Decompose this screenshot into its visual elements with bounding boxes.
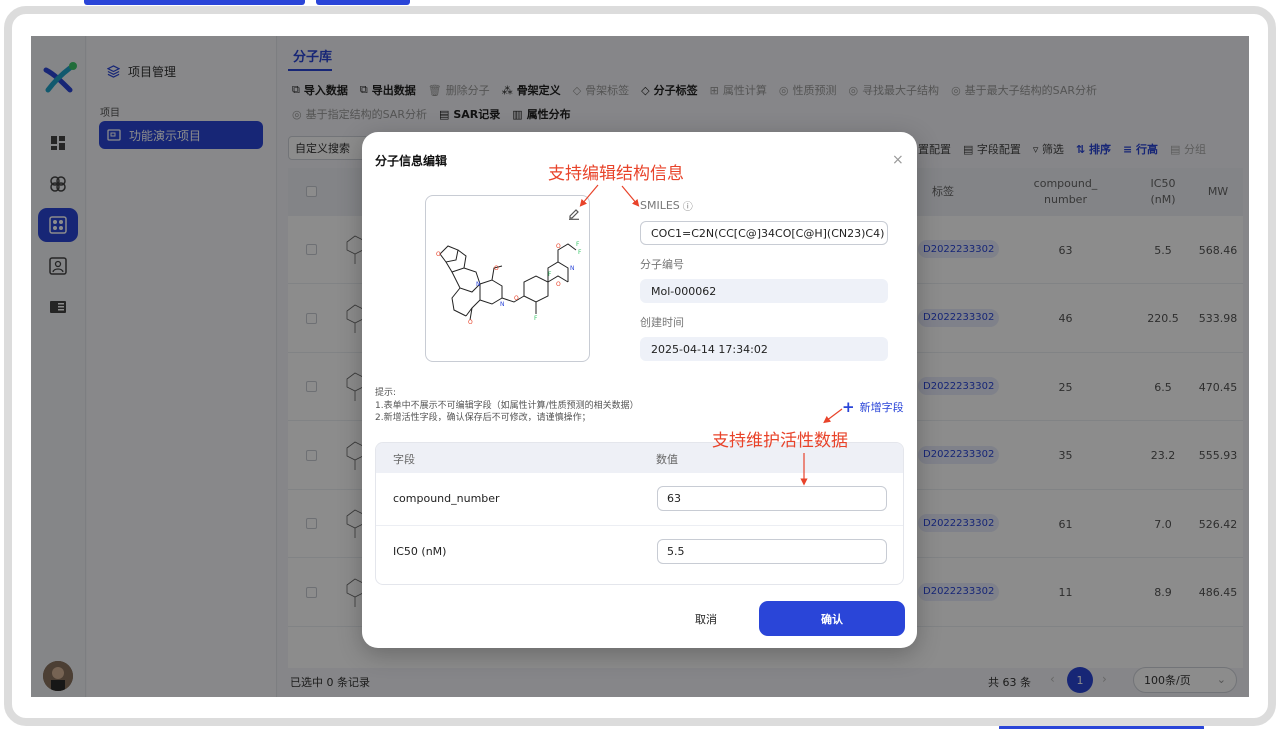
nitrogen-atom-label: N	[476, 281, 481, 288]
tips-block: 提示: 1.表单中不展示不可编辑字段（如属性计算/性质预测的相关数据） 2.新增…	[375, 387, 639, 425]
add-field-label: 新增字段	[859, 401, 904, 414]
annotation-maintain-activity: 支持维护活性数据	[712, 431, 848, 451]
activity-table: 字段 数值 compound_number 63 IC50 (nM) 5.5	[375, 442, 904, 585]
oxygen-atom-label: O	[436, 251, 441, 258]
smiles-input[interactable]: COC1=C2N(CC[C@]34CO[C@H](CN23)C4)	[640, 221, 888, 245]
oxygen-atom-label: O	[514, 295, 519, 302]
fluorine-atom-label: F	[534, 315, 538, 322]
oxygen-atom-label: O	[494, 265, 499, 272]
structure-viewer[interactable]: O N O O N O F F O N O F F	[425, 195, 590, 362]
created-time-label: 创建时间	[640, 316, 684, 329]
tips-line: 1.表单中不展示不可编辑字段（如属性计算/性质预测的相关数据）	[375, 400, 639, 411]
created-time-value: 2025-04-14 17:34:02	[640, 337, 888, 361]
annotation-edit-structure: 支持编辑结构信息	[548, 164, 684, 184]
info-icon[interactable]: ⓘ	[683, 198, 693, 213]
add-field-button[interactable]: + 新增字段	[842, 399, 904, 415]
nitrogen-atom-label: N	[500, 301, 505, 308]
column-header-value: 数值	[656, 453, 678, 466]
tab-indicator	[316, 0, 410, 5]
activity-value-input[interactable]: 5.5	[657, 539, 887, 564]
molecule-edit-dialog: 分子信息编辑 × O N O O N O F F O N O F F SMILE…	[362, 132, 917, 648]
activity-value-input[interactable]: 63	[657, 486, 887, 511]
oxygen-atom-label: O	[556, 281, 561, 288]
dialog-title: 分子信息编辑	[375, 154, 448, 168]
close-icon[interactable]: ×	[892, 152, 904, 168]
edit-icon[interactable]	[567, 206, 581, 220]
activity-field-name: compound_number	[393, 492, 500, 505]
smiles-label: SMILES ⓘ	[640, 198, 693, 213]
activity-row: IC50 (nM) 5.5	[376, 526, 903, 579]
smiles-label-text: SMILES	[640, 199, 680, 212]
fluorine-atom-label: F	[548, 271, 552, 278]
fluorine-atom-label: F	[576, 241, 580, 248]
tips-line: 提示:	[375, 388, 397, 398]
mol-id-value: Mol-000062	[640, 279, 888, 303]
cancel-button[interactable]: 取消	[673, 607, 739, 631]
oxygen-atom-label: O	[556, 243, 561, 250]
molecule-structure-image: O N O O N O F F O N O F F	[436, 241, 582, 326]
confirm-button[interactable]: 确认	[759, 601, 905, 636]
tips-line: 2.新增活性字段，确认保存后不可修改，请谨慎操作；	[375, 413, 591, 423]
nitrogen-atom-label: N	[570, 265, 575, 272]
tab-indicator	[84, 0, 305, 5]
activity-field-name: IC50 (nM)	[393, 545, 447, 558]
activity-row: compound_number 63	[376, 473, 903, 526]
plus-icon: +	[842, 397, 855, 416]
fluorine-atom-label: F	[578, 249, 582, 256]
column-header-field: 字段	[393, 453, 415, 466]
oxygen-atom-label: O	[468, 319, 473, 326]
mol-id-label: 分子编号	[640, 258, 684, 271]
